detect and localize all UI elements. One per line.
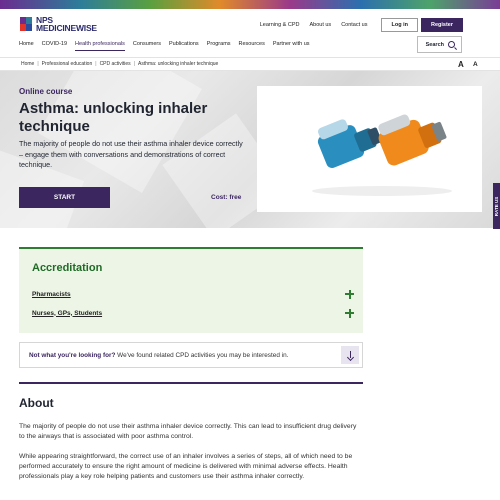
page-title: Asthma: unlocking inhaler technique bbox=[19, 100, 208, 135]
accreditation-item-pharmacists[interactable]: Pharmacists bbox=[32, 287, 354, 301]
text-size-small-button[interactable]: A bbox=[473, 61, 478, 68]
breadcrumb-item-current: Asthma: unlocking inhaler technique bbox=[138, 61, 219, 67]
nav-item-programs[interactable]: Programs bbox=[207, 41, 231, 51]
rate-us-tab[interactable]: RATE US bbox=[493, 183, 500, 229]
nav-item-publications[interactable]: Publications bbox=[169, 41, 199, 51]
search-icon bbox=[448, 41, 455, 48]
related-activities-question: Not what you're looking for? bbox=[29, 352, 116, 359]
utility-link-contact[interactable]: Contact us bbox=[341, 22, 367, 28]
search-button[interactable]: Search bbox=[417, 36, 462, 53]
top-color-stripe bbox=[0, 0, 500, 9]
accreditation-title: Accreditation bbox=[32, 262, 103, 274]
start-button[interactable]: START bbox=[19, 187, 110, 208]
about-paragraph: While appearing straightforward, the cor… bbox=[19, 453, 353, 480]
course-hero: Online course Asthma: unlocking inhaler … bbox=[0, 71, 500, 228]
course-cost: Cost: free bbox=[211, 194, 242, 201]
about-heading: About bbox=[19, 396, 54, 410]
course-type-label: Online course bbox=[19, 87, 73, 96]
related-activities-banner[interactable]: Not what you're looking for? We've found… bbox=[19, 342, 363, 368]
plus-icon bbox=[345, 289, 354, 299]
nav-item-home[interactable]: Home bbox=[19, 41, 34, 51]
related-activities-text: Not what you're looking for? We've found… bbox=[29, 352, 288, 359]
nav-item-covid[interactable]: COVID-19 bbox=[42, 41, 67, 51]
accreditation-panel: Accreditation Pharmacists Nurses, GPs, S… bbox=[19, 247, 363, 333]
breadcrumb-bar: Home | Professional education | CPD acti… bbox=[0, 57, 500, 71]
main-nav: Home COVID-19 Health professionals Consu… bbox=[19, 41, 318, 51]
arrow-down-icon bbox=[347, 350, 354, 360]
search-label: Search bbox=[425, 41, 444, 48]
breadcrumb-separator: | bbox=[133, 61, 135, 67]
about-paragraph: The majority of people do not use their … bbox=[19, 423, 357, 440]
logo-text: NPS MEDICINEWISE bbox=[36, 16, 97, 33]
register-button[interactable]: Register bbox=[420, 18, 463, 32]
inhaler-image bbox=[257, 86, 482, 212]
breadcrumb-separator: | bbox=[95, 61, 97, 67]
accreditation-item-label: Pharmacists bbox=[32, 290, 71, 298]
logo-line-2: MEDICINEWISE bbox=[36, 23, 97, 33]
accreditation-item-label: Nurses, GPs, Students bbox=[32, 309, 103, 317]
scroll-down-button[interactable] bbox=[341, 346, 359, 364]
accreditation-item-nurses-gps-students[interactable]: Nurses, GPs, Students bbox=[32, 306, 354, 320]
text-size-large-button[interactable]: A bbox=[458, 60, 464, 69]
breadcrumb-item-home[interactable]: Home bbox=[21, 61, 34, 67]
breadcrumb-item-cpd-activities[interactable]: CPD activities bbox=[100, 61, 131, 67]
logo-mark-icon bbox=[20, 17, 32, 31]
nav-item-health-professionals[interactable]: Health professionals bbox=[75, 41, 125, 51]
site-header: NPS MEDICINEWISE Learning & CPD About us… bbox=[0, 9, 500, 57]
logo[interactable]: NPS MEDICINEWISE bbox=[20, 16, 97, 32]
utility-nav: Learning & CPD About us Contact us Log i… bbox=[260, 18, 500, 32]
related-activities-message: We've found related CPD activities you m… bbox=[115, 352, 289, 359]
inhaler-illustration bbox=[312, 114, 452, 196]
breadcrumb-item-professional-education[interactable]: Professional education bbox=[42, 61, 93, 67]
about-divider bbox=[19, 382, 363, 384]
nav-item-consumers[interactable]: Consumers bbox=[133, 41, 161, 51]
nav-item-resources[interactable]: Resources bbox=[239, 41, 265, 51]
login-button[interactable]: Log in bbox=[381, 18, 418, 32]
plus-icon bbox=[345, 308, 354, 318]
course-description: The majority of people do not use their … bbox=[19, 139, 243, 169]
utility-link-about[interactable]: About us bbox=[309, 22, 331, 28]
breadcrumb-separator: | bbox=[37, 61, 39, 67]
breadcrumb: Home | Professional education | CPD acti… bbox=[21, 61, 218, 67]
rate-us-label: RATE US bbox=[494, 196, 500, 216]
nav-item-partner[interactable]: Partner with us bbox=[273, 41, 310, 51]
utility-link-learning[interactable]: Learning & CPD bbox=[260, 22, 300, 28]
